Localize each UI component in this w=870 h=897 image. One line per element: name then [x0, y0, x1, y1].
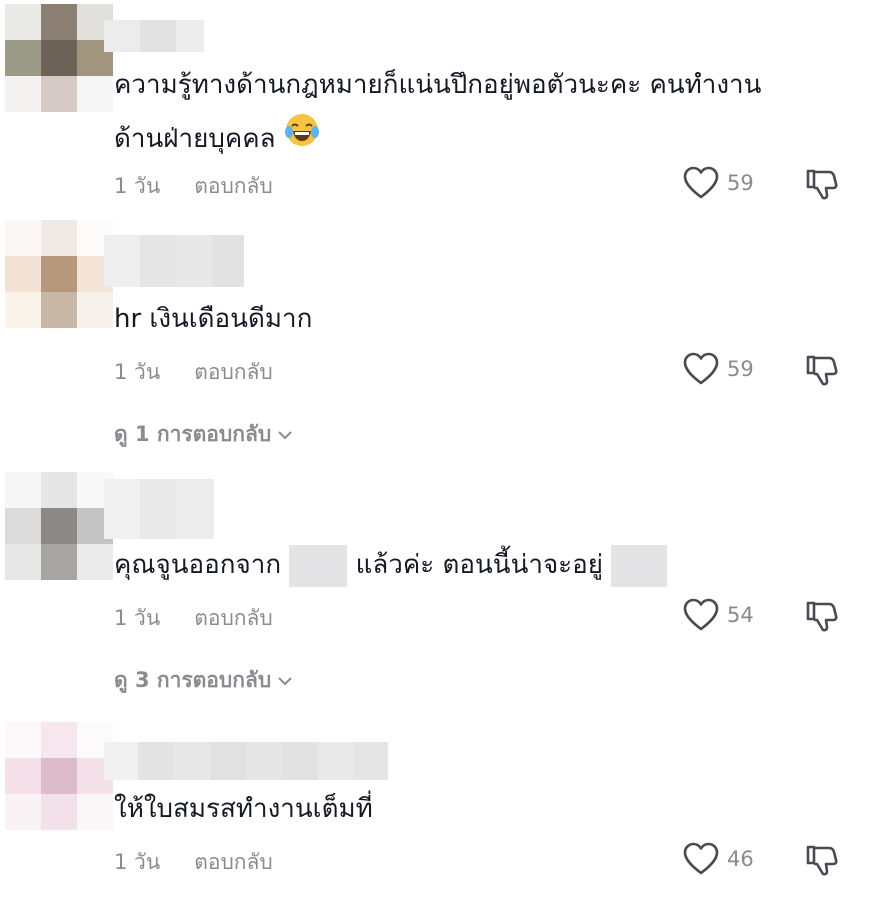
comment-text: ความรู้ทางด้านกฎหมายก็แน่นปึกอยู่พอตัวนะ… [114, 58, 840, 167]
username-blurred[interactable] [104, 479, 214, 539]
redacted-text-blur [611, 544, 668, 587]
comment-text: ให้ใบสมรสทำงานเต็มที่ [114, 794, 373, 824]
heart-outline-icon [683, 166, 719, 199]
comment-text-line2: ด้านฝ่ายบุคคล [114, 124, 276, 154]
comment-time: 1 วัน [114, 606, 161, 630]
reply-button[interactable]: ตอบกลับ [194, 846, 273, 879]
comment-time: 1 วัน [114, 360, 161, 384]
username-blurred[interactable] [104, 20, 204, 52]
redacted-text-blur [289, 544, 348, 587]
reply-button[interactable]: ตอบกลับ [194, 356, 273, 389]
view-replies-button[interactable]: ดู 1 การตอบกลับ [114, 418, 293, 451]
like-button[interactable]: 54 [683, 598, 754, 632]
thumbs-down-outline-icon [806, 169, 838, 200]
comment-meta: 1 วัน ตอบกลับ [114, 602, 273, 635]
dislike-button[interactable] [805, 843, 839, 881]
dislike-button[interactable] [805, 353, 839, 391]
comment-meta: 1 วัน ตอบกลับ [114, 356, 273, 389]
dislike-button[interactable] [805, 599, 839, 637]
comment-meta: 1 วัน ตอบกลับ [114, 846, 273, 879]
avatar[interactable] [5, 220, 113, 328]
thumbs-down-outline-icon [806, 601, 838, 632]
comment-text: hr เงินเดือนดีมาก [114, 304, 313, 334]
chevron-down-icon [278, 676, 292, 685]
laughing-crying-emoji-icon [284, 112, 320, 167]
comment-text-part1: คุณจูนออกจาก [114, 550, 282, 580]
chevron-down-icon [278, 430, 292, 439]
comment-meta: 1 วัน ตอบกลับ [114, 170, 273, 203]
like-button[interactable]: 59 [683, 352, 754, 386]
avatar[interactable] [5, 722, 113, 830]
comment-time: 1 วัน [114, 174, 161, 198]
reply-button[interactable]: ตอบกลับ [194, 170, 273, 203]
dislike-button[interactable] [805, 167, 839, 205]
avatar[interactable] [5, 4, 113, 112]
view-replies-button[interactable]: ดู 3 การตอบกลับ [114, 664, 293, 697]
comment-text: คุณจูนออกจาก แล้วค่ะ ตอนนี้น่าจะอยู่ [114, 538, 840, 592]
heart-outline-icon [683, 598, 719, 631]
thumbs-down-outline-icon [806, 845, 838, 876]
like-button[interactable]: 46 [683, 842, 754, 876]
comment-time: 1 วัน [114, 850, 161, 874]
comment-text-part2: แล้วค่ะ ตอนนี้น่าจะอยู่ [355, 550, 603, 580]
avatar[interactable] [5, 472, 113, 580]
like-count: 59 [727, 171, 754, 195]
username-blurred[interactable] [104, 235, 244, 287]
username-blurred[interactable] [104, 742, 388, 780]
heart-outline-icon [683, 842, 719, 875]
like-count: 46 [727, 847, 754, 871]
like-button[interactable]: 59 [683, 166, 754, 200]
thumbs-down-outline-icon [806, 355, 838, 386]
view-replies-label: ดู 3 การตอบกลับ [114, 668, 272, 692]
heart-outline-icon [683, 352, 719, 385]
reply-button[interactable]: ตอบกลับ [194, 602, 273, 635]
view-replies-label: ดู 1 การตอบกลับ [114, 422, 272, 446]
like-count: 54 [727, 603, 754, 627]
like-count: 59 [727, 357, 754, 381]
